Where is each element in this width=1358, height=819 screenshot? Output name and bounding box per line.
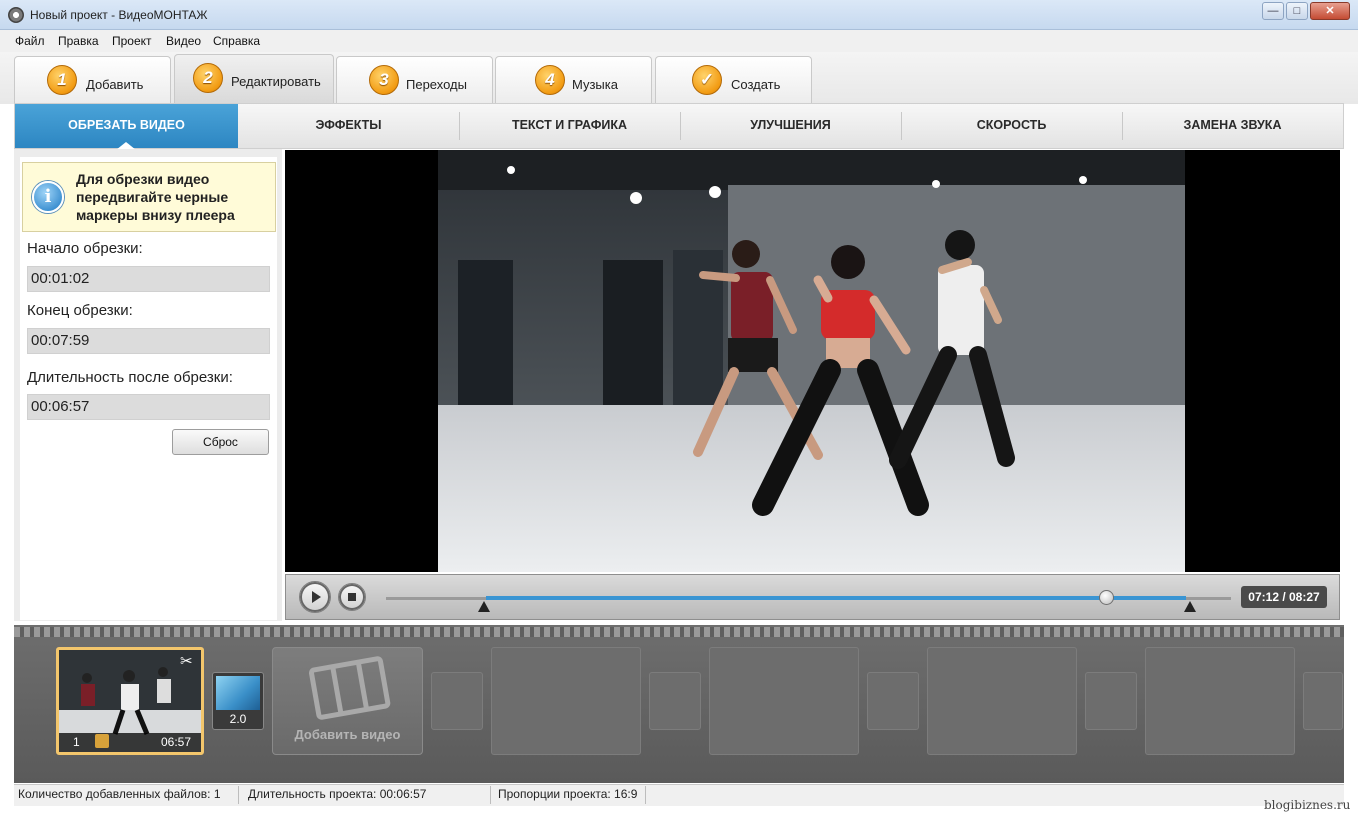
playhead-slider[interactable]: [1098, 590, 1114, 605]
film-strip-edge: [14, 627, 1344, 637]
menu-file[interactable]: Файл: [15, 34, 45, 48]
menu-project[interactable]: Проект: [112, 34, 152, 48]
menu-help[interactable]: Справка: [213, 34, 260, 48]
edit-subtabs: ОБРЕЗАТЬ ВИДЕО ЭФФЕКТЫ ТЕКСТ И ГРАФИКА У…: [14, 103, 1344, 149]
status-file-count: Количество добавленных файлов: 1: [18, 787, 221, 801]
menu-edit[interactable]: Правка: [58, 34, 99, 48]
dance-studio-scene: [438, 150, 1185, 572]
step-label: Музыка: [572, 77, 618, 92]
info-icon: i: [32, 181, 64, 213]
stop-icon: [348, 593, 356, 601]
film-strip-icon: [308, 656, 391, 720]
empty-transition-slot: [1085, 672, 1137, 730]
scissors-icon[interactable]: ✂: [180, 652, 193, 670]
empty-clip-slot: [709, 647, 859, 755]
step-tab-edit[interactable]: 2 Редактировать: [174, 54, 334, 104]
step-tab-music[interactable]: 4 Музыка: [495, 56, 652, 104]
step-number-badge: 4: [535, 65, 565, 95]
add-video-label: Добавить видео: [294, 727, 401, 742]
trimmed-duration-field: 00:06:57: [27, 394, 270, 420]
subtab-effects[interactable]: ЭФФЕКТЫ: [238, 104, 459, 148]
trim-start-label: Начало обрезки:: [27, 240, 143, 257]
video-frame: [438, 150, 1185, 572]
subtab-speed[interactable]: СКОРОСТЬ: [901, 104, 1122, 148]
empty-transition-slot: [649, 672, 701, 730]
subtab-text-graphics[interactable]: ТЕКСТ И ГРАФИКА: [459, 104, 680, 148]
close-button[interactable]: ✕: [1310, 2, 1350, 20]
empty-transition-slot: [1303, 672, 1343, 730]
minimize-button[interactable]: —: [1262, 2, 1284, 20]
status-aspect-ratio: Пропорции проекта: 16:9: [498, 787, 638, 801]
maximize-button[interactable]: □: [1286, 2, 1308, 20]
empty-clip-slot: [927, 647, 1077, 755]
status-project-duration: Длительность проекта: 00:06:57: [248, 787, 427, 801]
trim-end-field[interactable]: 00:07:59: [27, 328, 270, 354]
step-tab-transitions[interactable]: 3 Переходы: [336, 56, 493, 104]
window-title: Новый проект - ВидеоМОНТАЖ: [30, 8, 208, 22]
trim-start-marker[interactable]: [478, 601, 490, 612]
status-divider: [645, 786, 646, 804]
timeline-trimmed-range: [486, 596, 1186, 600]
step-label: Редактировать: [231, 74, 321, 89]
hint-text: Для обрезки видео передвигайте черные ма…: [76, 171, 235, 223]
step-number-badge: 3: [369, 65, 399, 95]
step-label: Добавить: [86, 77, 144, 92]
clip-duration: 06:57: [160, 735, 191, 749]
app-film-reel-icon: [8, 7, 24, 23]
watermark: blogibiznes.ru: [1264, 798, 1351, 812]
reset-button[interactable]: Сброс: [172, 429, 269, 455]
step-number-badge: 1: [47, 65, 77, 95]
subtab-replace-audio[interactable]: ЗАМЕНА ЗВУКА: [1122, 104, 1343, 148]
trimmed-duration-label: Длительность после обрезки:: [27, 369, 233, 386]
menu-video[interactable]: Видео: [166, 34, 201, 48]
empty-clip-slot: [1145, 647, 1295, 755]
step-number-badge: 2: [193, 63, 223, 93]
menu-bar: Файл Правка Проект Видео Справка: [0, 30, 1358, 52]
checkmark-icon: ✓: [692, 65, 722, 95]
empty-transition-slot: [867, 672, 919, 730]
trim-end-marker[interactable]: [1184, 601, 1196, 612]
status-divider: [238, 786, 239, 804]
step-tab-add[interactable]: 1 Добавить: [14, 56, 171, 104]
stop-button[interactable]: [338, 583, 366, 611]
time-readout: 07:12 / 08:27: [1241, 586, 1327, 608]
transition-preview-icon: [216, 676, 260, 710]
trim-start-field[interactable]: 00:01:02: [27, 266, 270, 292]
clip-info-bar: 1 06:57: [59, 733, 201, 752]
empty-transition-slot: [431, 672, 483, 730]
step-label: Переходы: [406, 77, 467, 92]
play-icon: [312, 591, 321, 603]
clip-index: 1: [73, 735, 80, 749]
empty-clip-slot: [491, 647, 641, 755]
step-label: Создать: [731, 77, 781, 92]
transition-thumbnail[interactable]: 2.0: [212, 672, 264, 730]
trim-end-label: Конец обрезки:: [27, 302, 133, 319]
status-divider: [490, 786, 491, 804]
transition-duration: 2.0: [229, 712, 247, 726]
subtab-enhancements[interactable]: УЛУЧШЕНИЯ: [680, 104, 901, 148]
edit-pencil-icon[interactable]: [95, 734, 109, 748]
play-button[interactable]: [299, 581, 331, 613]
step-tabs-bar: 1 Добавить 2 Редактировать 3 Переходы 4 …: [0, 52, 1358, 104]
step-tab-create[interactable]: ✓ Создать: [655, 56, 812, 104]
